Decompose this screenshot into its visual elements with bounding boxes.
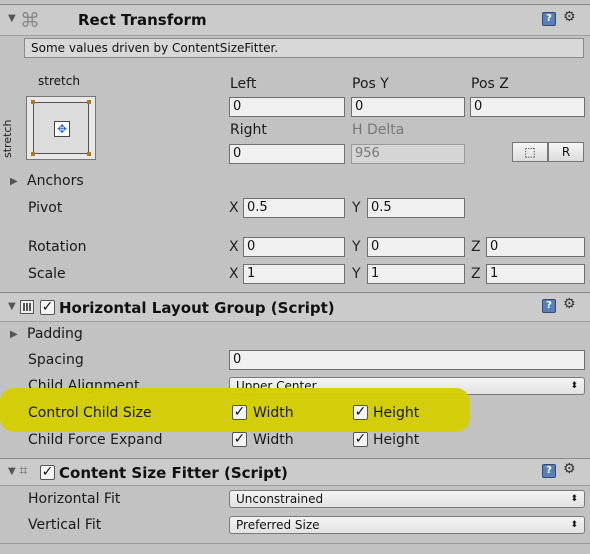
- control-child-size-label: Control Child Size: [28, 405, 152, 421]
- pos-y-label: Pos Y: [352, 76, 389, 92]
- rotation-z-field[interactable]: 0: [486, 237, 585, 257]
- force-expand-height-label: Height: [373, 432, 420, 448]
- h-delta-label: H Delta: [352, 122, 405, 138]
- force-expand-height-checkbox[interactable]: ✓: [353, 432, 368, 447]
- dropdown-arrow-icon: ⬍: [570, 381, 578, 391]
- move-icon: ✥: [54, 121, 70, 137]
- pivot-x-axis-label: X: [229, 200, 239, 216]
- pos-z-label: Pos Z: [471, 76, 509, 92]
- scale-x-axis-label: X: [229, 266, 239, 282]
- pivot-y-axis-label: Y: [352, 200, 361, 216]
- csf-help-book-icon[interactable]: ?: [542, 464, 556, 478]
- csf-title: Content Size Fitter (Script): [59, 464, 288, 482]
- force-expand-width-label: Width: [253, 432, 294, 448]
- pivot-x-field[interactable]: 0.5: [243, 198, 345, 218]
- csf-enabled-checkbox[interactable]: ✓: [40, 465, 55, 480]
- dropdown-arrow-icon: ⬍: [570, 520, 578, 530]
- driven-values-notice: Some values driven by ContentSizeFitter.: [24, 38, 584, 58]
- control-child-width-label: Width: [253, 405, 294, 421]
- csf-gear-icon[interactable]: ⚙: [563, 461, 576, 477]
- left-label: Left: [230, 76, 257, 92]
- rotation-z-axis-label: Z: [471, 239, 481, 255]
- hlg-title: Horizontal Layout Group (Script): [59, 299, 335, 317]
- child-force-expand-label: Child Force Expand: [28, 432, 163, 448]
- control-child-width-checkbox[interactable]: ✓: [232, 405, 247, 420]
- spacing-label: Spacing: [28, 352, 84, 368]
- vertical-fit-value: Preferred Size: [236, 518, 320, 532]
- pivot-label: Pivot: [28, 200, 63, 216]
- padding-foldout-icon[interactable]: ▶: [10, 329, 18, 340]
- scale-label: Scale: [28, 266, 66, 282]
- hlg-gear-icon[interactable]: ⚙: [563, 296, 576, 312]
- horizontal-fit-dropdown[interactable]: Unconstrained ⬍: [229, 490, 585, 508]
- blueprint-mode-button[interactable]: ⬚: [512, 142, 548, 162]
- pivot-y-field[interactable]: 0.5: [367, 198, 465, 218]
- rotation-y-field[interactable]: 0: [367, 237, 465, 257]
- padding-label[interactable]: Padding: [27, 326, 83, 342]
- left-field[interactable]: 0: [229, 97, 345, 117]
- right-label: Right: [230, 122, 267, 138]
- hlg-foldout-icon[interactable]: ▼: [8, 301, 16, 312]
- scale-z-field[interactable]: 1: [486, 264, 585, 284]
- rotation-x-field[interactable]: 0: [243, 237, 345, 257]
- anchor-presets-button[interactable]: ✥: [26, 96, 96, 160]
- bottom-divider: [0, 543, 590, 544]
- pos-z-field[interactable]: 0: [470, 97, 585, 117]
- raw-edit-button[interactable]: R: [548, 142, 584, 162]
- scale-z-axis-label: Z: [471, 266, 481, 282]
- dropdown-arrow-icon: ⬍: [570, 494, 578, 504]
- help-book-icon[interactable]: ?: [542, 12, 556, 26]
- control-child-height-label: Height: [373, 405, 420, 421]
- anchor-preset-side-label: stretch: [1, 119, 14, 158]
- gear-icon[interactable]: ⚙: [563, 9, 576, 25]
- anchors-foldout-icon[interactable]: ▶: [10, 176, 18, 187]
- h-delta-field: 956: [351, 144, 465, 164]
- hlg-help-book-icon[interactable]: ?: [542, 299, 556, 313]
- csf-foldout-icon[interactable]: ▼: [8, 466, 16, 477]
- rotation-x-axis-label: X: [229, 239, 239, 255]
- force-expand-width-checkbox[interactable]: ✓: [232, 432, 247, 447]
- horizontal-fit-label: Horizontal Fit: [28, 491, 121, 507]
- scale-y-field[interactable]: 1: [367, 264, 465, 284]
- horizontal-fit-value: Unconstrained: [236, 492, 324, 506]
- rect-transform-foldout-icon[interactable]: ▼: [8, 13, 16, 24]
- hlg-enabled-checkbox[interactable]: ✓: [40, 300, 55, 315]
- rect-transform-title: Rect Transform: [78, 11, 207, 29]
- right-field[interactable]: 0: [229, 144, 345, 164]
- rotation-label: Rotation: [28, 239, 87, 255]
- scale-y-axis-label: Y: [352, 266, 361, 282]
- rotation-y-axis-label: Y: [352, 239, 361, 255]
- control-child-height-checkbox[interactable]: ✓: [353, 405, 368, 420]
- anchors-label[interactable]: Anchors: [27, 173, 84, 189]
- vertical-fit-dropdown[interactable]: Preferred Size ⬍: [229, 516, 585, 534]
- anchor-preset-top-label: stretch: [38, 74, 80, 88]
- vertical-fit-label: Vertical Fit: [28, 517, 102, 533]
- horizontal-layout-icon: [20, 300, 34, 314]
- scale-x-field[interactable]: 1: [243, 264, 345, 284]
- content-size-fitter-icon: ⌗: [19, 461, 28, 479]
- rect-transform-component-icon: ⌘: [20, 8, 40, 32]
- pos-y-field[interactable]: 0: [351, 97, 465, 117]
- spacing-field[interactable]: 0: [229, 350, 585, 370]
